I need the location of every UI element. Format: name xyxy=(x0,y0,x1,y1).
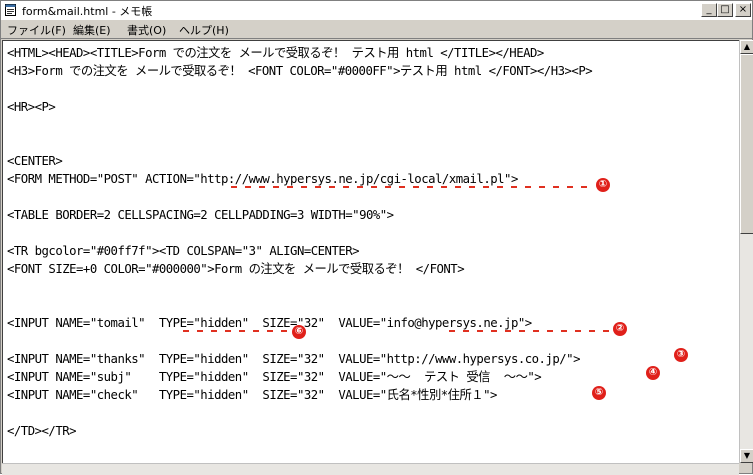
annotation-number-5: ⑤ xyxy=(592,386,606,400)
text-editor[interactable]: <HTML><HEAD><TITLE>Form での注文を メールで受取るぞ！ … xyxy=(2,40,739,464)
menu-file[interactable]: ファイル(F) xyxy=(7,22,66,38)
scroll-down-icon[interactable]: ▼ xyxy=(740,449,753,463)
code-line: <INPUT NAME="subj" TYPE="hidden" SIZE="3… xyxy=(7,370,542,384)
window-title: form&mail.html - メモ帳 xyxy=(22,5,153,18)
close-button[interactable]: × xyxy=(735,3,751,17)
vertical-scrollbar[interactable]: ▲ ▼ xyxy=(739,40,753,463)
minimize-button[interactable]: _ xyxy=(701,3,717,17)
annotation-number-4: ④ xyxy=(646,366,660,380)
annotation-number-6: ⑥ xyxy=(292,325,306,339)
annotation-number-2: ② xyxy=(613,322,627,336)
notepad-window: form&mail.html - メモ帳 _ □ × ファイル(F) 編集(E)… xyxy=(0,0,753,475)
annotation-number-3: ③ xyxy=(674,348,688,362)
code-line: <FONT SIZE=+0 COLOR="#000000">Form の注文を … xyxy=(7,262,465,276)
underline-mark xyxy=(231,186,593,188)
code-line: <TR bgcolor="#00ff7f"><TD COLSPAN="3" AL… xyxy=(7,244,360,258)
code-line: <HR><P> xyxy=(7,100,56,114)
title-bar[interactable]: form&mail.html - メモ帳 _ □ × xyxy=(1,1,752,21)
underline-mark xyxy=(183,330,293,332)
menu-help[interactable]: ヘルプ(H) xyxy=(179,22,229,38)
code-line: <HTML><HEAD><TITLE>Form での注文を メールで受取るぞ！ … xyxy=(7,46,544,60)
code-line: <INPUT NAME="check" TYPE="hidden" SIZE="… xyxy=(7,388,497,402)
menu-format[interactable]: 書式(O) xyxy=(127,22,166,38)
scroll-up-icon[interactable]: ▲ xyxy=(740,40,753,54)
annotation-number-1: ① xyxy=(596,178,610,192)
code-line: <INPUT NAME="thanks" TYPE="hidden" SIZE=… xyxy=(7,352,580,366)
menu-bar: ファイル(F) 編集(E) 書式(O) ヘルプ(H) xyxy=(1,20,752,39)
code-line: <H3>Form での注文を メールで受取るぞ！ <FONT COLOR="#0… xyxy=(7,64,593,78)
underline-mark xyxy=(449,330,609,332)
maximize-button[interactable]: □ xyxy=(717,3,733,17)
scroll-thumb[interactable] xyxy=(740,54,753,234)
notepad-icon xyxy=(5,4,16,16)
code-line: </TD></TR> xyxy=(7,424,77,438)
code-line: <TABLE BORDER=2 CELLSPACING=2 CELLPADDIN… xyxy=(7,208,394,222)
menu-edit[interactable]: 編集(E) xyxy=(73,22,111,38)
code-line: <CENTER> xyxy=(7,154,63,168)
horizontal-scrollbar[interactable] xyxy=(2,463,739,475)
